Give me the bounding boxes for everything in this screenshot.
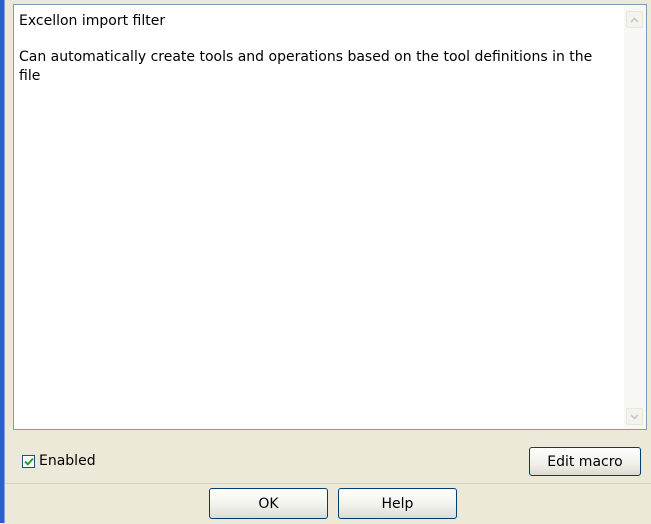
- dialog-footer: [5, 483, 651, 524]
- chevron-down-icon: [630, 413, 639, 420]
- description-body: Can automatically create tools and opera…: [19, 49, 593, 84]
- enabled-checkbox-row[interactable]: Enabled: [22, 452, 96, 470]
- scroll-down-button[interactable]: [626, 408, 643, 425]
- description-text: Excellon import filter Can automatically…: [19, 12, 609, 86]
- chevron-up-icon: [630, 16, 639, 23]
- description-panel[interactable]: Excellon import filter Can automatically…: [13, 4, 647, 430]
- scroll-up-button[interactable]: [626, 11, 643, 28]
- enabled-checkbox[interactable]: [22, 454, 35, 468]
- enabled-label: Enabled: [39, 453, 96, 469]
- help-button[interactable]: Help: [338, 488, 457, 519]
- vertical-scrollbar[interactable]: [624, 5, 646, 429]
- ok-button[interactable]: OK: [209, 488, 328, 519]
- edit-macro-button[interactable]: Edit macro: [529, 447, 641, 476]
- window-left-edge: [0, 0, 5, 523]
- checkmark-icon: [23, 457, 34, 466]
- description-title: Excellon import filter: [19, 13, 166, 29]
